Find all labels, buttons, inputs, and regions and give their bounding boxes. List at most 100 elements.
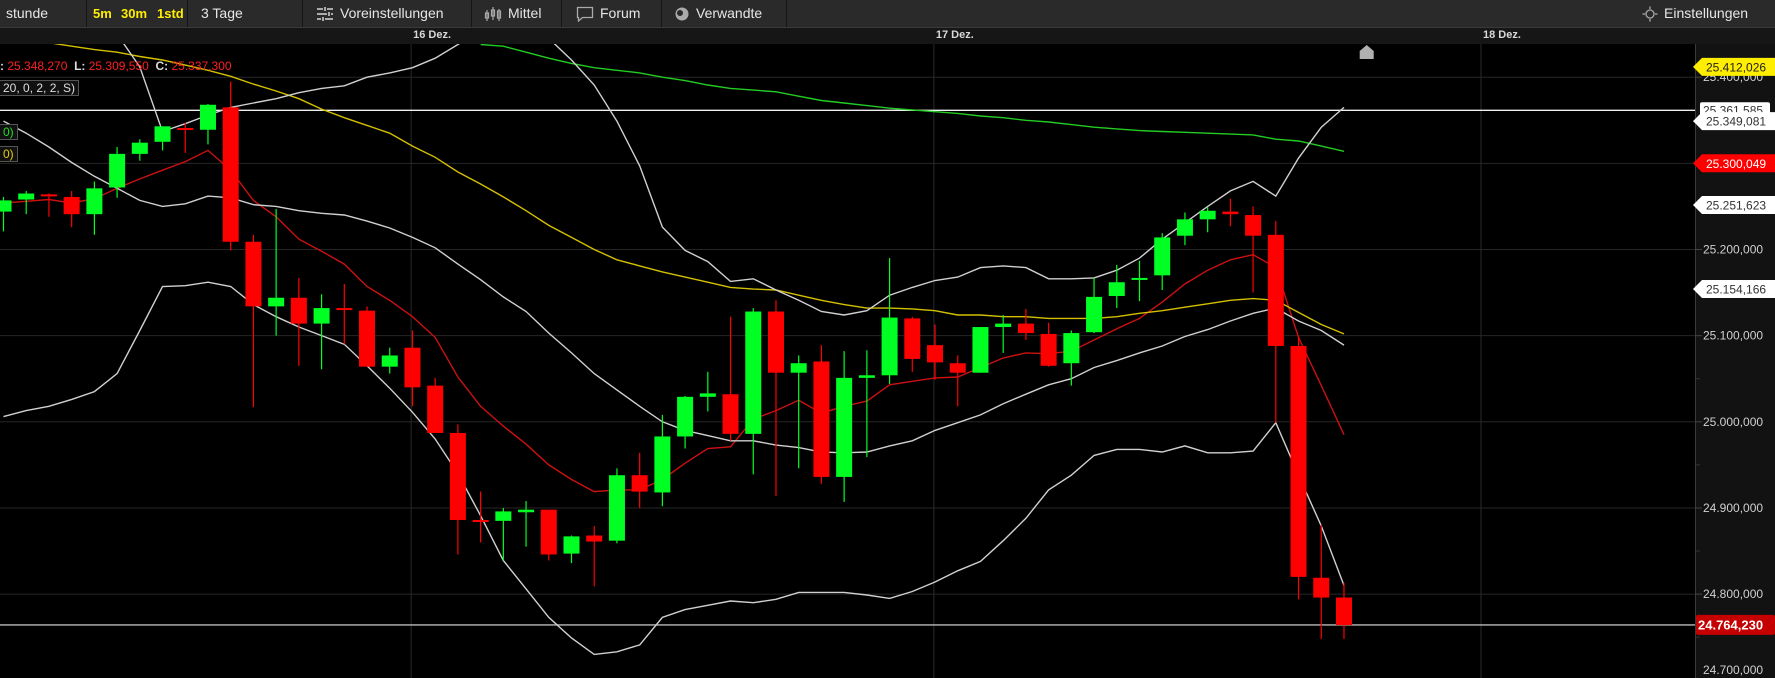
candle-body bbox=[472, 520, 489, 523]
price-tick-label: 25.100,000 bbox=[1703, 329, 1763, 343]
candle-body bbox=[722, 394, 739, 434]
candle bbox=[359, 306, 376, 367]
settings-label: Einstellungen bbox=[1664, 5, 1749, 21]
candle-body bbox=[654, 436, 671, 493]
candle-body bbox=[540, 509, 557, 555]
price-tick-label: 25.000,000 bbox=[1703, 415, 1763, 429]
candle-body bbox=[949, 363, 966, 373]
candle-body bbox=[381, 355, 398, 367]
presets-label: Voreinstellungen bbox=[340, 5, 444, 21]
averages-button[interactable]: Mittel bbox=[484, 0, 541, 27]
presets-button[interactable]: Voreinstellungen bbox=[316, 0, 444, 27]
interval-5m-button[interactable]: 5m bbox=[93, 0, 112, 27]
candle-body bbox=[290, 297, 307, 324]
candle bbox=[427, 377, 444, 433]
price-tick-label: 25.200,000 bbox=[1703, 243, 1763, 257]
candle bbox=[540, 509, 557, 561]
candle-body bbox=[631, 475, 648, 492]
ohlc-legend: : 25.348,270 L: 25.309,550 C: 25.337,300 bbox=[0, 59, 232, 73]
close-value: 25.337,300 bbox=[171, 59, 232, 73]
close-label: C: bbox=[155, 59, 169, 73]
candle-body bbox=[813, 361, 830, 477]
candle-body bbox=[904, 318, 921, 359]
candle-body bbox=[1290, 345, 1307, 577]
settings-button[interactable]: Einstellungen bbox=[1642, 0, 1748, 27]
yellow-ma-legend[interactable]: 0) bbox=[0, 146, 18, 162]
interval-1std-button[interactable]: 1std bbox=[157, 0, 184, 27]
candle-body bbox=[608, 475, 625, 541]
candle-body bbox=[222, 107, 239, 242]
price-tick-label: 24.900,000 bbox=[1703, 501, 1763, 515]
candle-body bbox=[586, 535, 603, 542]
price-tag-label: 24.764,230 bbox=[1698, 617, 1763, 632]
candle bbox=[813, 345, 830, 484]
candle bbox=[1290, 336, 1307, 600]
candle-body bbox=[336, 308, 353, 311]
price-tag-label: 25.412,026 bbox=[1706, 60, 1766, 74]
forum-button[interactable]: Forum bbox=[576, 0, 640, 27]
interval-selector[interactable]: stunde bbox=[6, 0, 48, 27]
candlestick-icon bbox=[484, 7, 502, 22]
candle-body bbox=[767, 311, 784, 373]
price-tick-label: 24.700,000 bbox=[1703, 663, 1763, 677]
candle-body bbox=[245, 241, 262, 307]
bollinger-legend[interactable]: 20, 0, 2, 2, S) bbox=[0, 80, 80, 96]
candle-body bbox=[1222, 211, 1239, 215]
averages-label: Mittel bbox=[508, 5, 542, 21]
candle-body bbox=[1017, 323, 1034, 334]
candle-body bbox=[858, 375, 875, 378]
candle-body bbox=[495, 511, 512, 521]
candle-body bbox=[563, 536, 580, 554]
candle-body bbox=[1131, 277, 1148, 280]
divider bbox=[786, 0, 787, 27]
candle-body bbox=[177, 128, 194, 131]
range-selector[interactable]: 3 Tage bbox=[201, 0, 243, 27]
candle-body bbox=[995, 323, 1012, 328]
date-axis: 16 Dez. 17 Dez. 18 Dez. bbox=[0, 28, 1775, 44]
candle-body bbox=[449, 432, 466, 521]
date-label: 17 Dez. bbox=[935, 29, 974, 41]
interval-30m-button[interactable]: 30m bbox=[121, 0, 147, 27]
sliders-icon bbox=[317, 7, 333, 22]
divider bbox=[86, 0, 87, 27]
circle-icon bbox=[675, 7, 689, 21]
date-label: 16 Dez. bbox=[413, 29, 452, 41]
candle-body bbox=[404, 347, 421, 388]
candle-body bbox=[1313, 577, 1330, 598]
divider bbox=[561, 0, 562, 27]
candle-body bbox=[268, 297, 285, 307]
candle-body bbox=[359, 310, 376, 367]
related-button[interactable]: Verwandte bbox=[674, 0, 762, 27]
high-value: 25.348,270 bbox=[7, 59, 68, 73]
speech-bubble-icon bbox=[576, 7, 594, 23]
high-label: : bbox=[0, 59, 4, 73]
divider bbox=[302, 0, 303, 27]
price-chart[interactable]: 25.400,00025.300,00025.200,00025.100,000… bbox=[0, 0, 1775, 678]
candle-body bbox=[881, 317, 898, 376]
candle-body bbox=[927, 345, 944, 363]
candle-body bbox=[518, 509, 535, 513]
candle-body bbox=[836, 377, 853, 477]
price-tag-label: 25.251,623 bbox=[1706, 199, 1766, 213]
divider bbox=[661, 0, 662, 27]
candle-body bbox=[1245, 215, 1262, 236]
candle bbox=[972, 327, 989, 373]
candle-body bbox=[1086, 296, 1103, 333]
candle-body bbox=[1199, 210, 1216, 220]
candle-body bbox=[40, 194, 57, 197]
candle-body bbox=[86, 188, 103, 215]
forum-label: Forum bbox=[600, 5, 641, 21]
candle-body bbox=[1154, 237, 1171, 276]
candle-body bbox=[154, 126, 171, 142]
price-axis-panel bbox=[1695, 44, 1775, 678]
candle-body bbox=[745, 311, 762, 434]
candle-body bbox=[972, 327, 989, 373]
candle-body bbox=[1108, 282, 1125, 297]
candle-body bbox=[790, 363, 807, 373]
divider bbox=[187, 0, 188, 27]
candle-body bbox=[1335, 597, 1352, 626]
candle bbox=[608, 468, 625, 544]
green-ma-legend[interactable]: 0) bbox=[0, 124, 18, 140]
date-label: 18 Dez. bbox=[1482, 29, 1521, 41]
candle-body bbox=[18, 193, 35, 200]
